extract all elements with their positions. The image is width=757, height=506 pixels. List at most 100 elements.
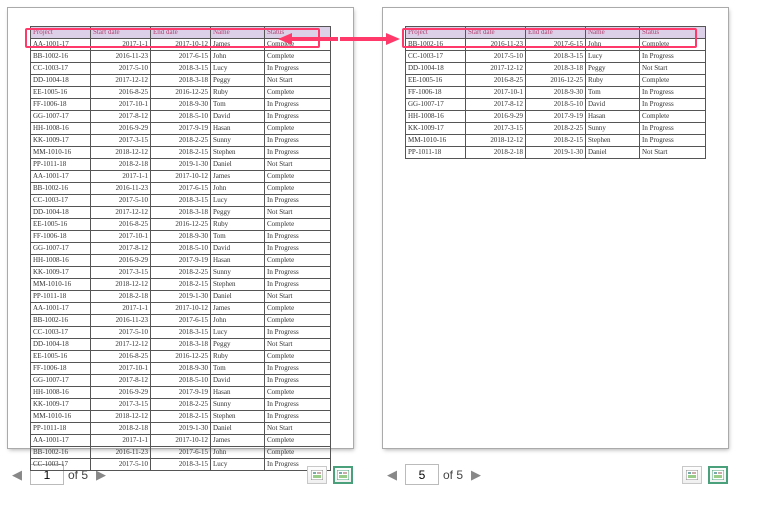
table-row: KK-1009-172017-3-152018-2-25SunnyIn Prog… (31, 135, 331, 147)
table-cell: 2018-3-18 (151, 339, 211, 351)
table-row: AA-1001-172017-1-12017-10-12JamesComplet… (31, 171, 331, 183)
table-cell: PP-1011-18 (31, 423, 91, 435)
table-cell: In Progress (265, 399, 331, 411)
table-cell: John (211, 315, 265, 327)
table-row: AA-1001-172017-1-12017-10-12JamesComplet… (31, 435, 331, 447)
table-cell: AA-1001-17 (31, 39, 91, 51)
table-cell: CC-1003-17 (31, 195, 91, 207)
table-cell: 2018-3-18 (151, 75, 211, 87)
table-cell: GG-1007-17 (31, 375, 91, 387)
table-row: DD-1004-182017-12-122018-3-18PeggyNot St… (31, 207, 331, 219)
table-cell: 2017-10-12 (151, 303, 211, 315)
table-cell: 2016-11-23 (91, 51, 151, 63)
table-cell: MM-1010-16 (406, 135, 466, 147)
table-cell: 2018-12-12 (466, 135, 526, 147)
table-cell: KK-1009-17 (406, 123, 466, 135)
table-row: EE-1005-162016-8-252016-12-25RubyComplet… (406, 75, 706, 87)
table-cell: 2017-5-10 (91, 63, 151, 75)
table-cell: KK-1009-17 (31, 135, 91, 147)
table-cell: 2018-12-12 (91, 411, 151, 423)
table-cell: Ruby (211, 351, 265, 363)
prev-page-button[interactable]: ◀ (8, 467, 26, 483)
table-cell: In Progress (640, 135, 706, 147)
view-mode-margins-icon[interactable] (708, 466, 728, 484)
table-cell: In Progress (265, 195, 331, 207)
table-cell: 2017-12-12 (91, 339, 151, 351)
table-cell: 2017-10-1 (466, 87, 526, 99)
table-cell: 2017-1-1 (91, 435, 151, 447)
table-cell: BB-1002-16 (31, 315, 91, 327)
table-cell: 2018-2-15 (151, 147, 211, 159)
table-cell: Peggy (211, 339, 265, 351)
table-row: CC-1003-172017-5-102018-3-15LucyIn Progr… (31, 195, 331, 207)
table-row: MM-1010-162018-12-122018-2-15StephenIn P… (31, 147, 331, 159)
table-cell: BB-1002-16 (31, 183, 91, 195)
table-cell: EE-1005-16 (31, 351, 91, 363)
table-cell: 2016-12-25 (526, 75, 586, 87)
table-row: FF-1006-182017-10-12018-9-30TomIn Progre… (31, 231, 331, 243)
table-cell: John (211, 447, 265, 459)
table-cell: DD-1004-18 (31, 207, 91, 219)
table-cell: 2017-9-19 (151, 387, 211, 399)
table-cell: 2017-10-1 (91, 99, 151, 111)
table-cell: In Progress (265, 231, 331, 243)
table-cell: 2017-8-12 (91, 243, 151, 255)
data-table-right: ProjectStart dateEnd dateNameStatus BB-1… (405, 26, 706, 159)
table-cell: GG-1007-17 (31, 243, 91, 255)
table-cell: Not Start (265, 339, 331, 351)
table-row: DD-1004-182017-12-122018-3-18PeggyNot St… (31, 339, 331, 351)
table-cell: Complete (640, 111, 706, 123)
table-cell: Not Start (640, 147, 706, 159)
table-row: FF-1006-182017-10-12018-9-30TomIn Progre… (406, 87, 706, 99)
table-cell: Ruby (211, 87, 265, 99)
table-cell: 2018-9-30 (526, 87, 586, 99)
table-row: KK-1009-172017-3-152018-2-25SunnyIn Prog… (31, 399, 331, 411)
table-cell: Stephen (211, 279, 265, 291)
table-cell: Lucy (211, 63, 265, 75)
table-cell: 2019-1-30 (151, 423, 211, 435)
table-cell: 2018-2-15 (151, 279, 211, 291)
print-preview-page-left: ProjectStart dateEnd dateNameStatus AA-1… (8, 8, 353, 448)
table-cell: 2018-2-25 (151, 135, 211, 147)
next-page-button[interactable]: ▶ (467, 467, 485, 483)
table-cell: Complete (265, 447, 331, 459)
table-cell: In Progress (265, 135, 331, 147)
table-row: FF-1006-182017-10-12018-9-30TomIn Progre… (31, 363, 331, 375)
table-cell: Lucy (211, 195, 265, 207)
table-cell: David (211, 111, 265, 123)
current-page-input[interactable] (405, 464, 439, 485)
table-cell: 2017-8-12 (466, 99, 526, 111)
table-row: DD-1004-182017-12-122018-3-18PeggyNot St… (31, 75, 331, 87)
table-cell: 2017-10-1 (91, 363, 151, 375)
table-cell: 2019-1-30 (526, 147, 586, 159)
table-cell: 2017-1-1 (91, 171, 151, 183)
table-cell: 2016-9-29 (91, 123, 151, 135)
prev-page-button[interactable]: ◀ (383, 467, 401, 483)
table-cell: In Progress (640, 99, 706, 111)
print-preview-page-right: ProjectStart dateEnd dateNameStatus BB-1… (383, 8, 728, 448)
table-cell: 2017-10-1 (91, 231, 151, 243)
table-cell: 2018-2-18 (466, 147, 526, 159)
table-cell: 2018-3-15 (526, 51, 586, 63)
table-cell: 2016-11-23 (91, 315, 151, 327)
table-cell: John (586, 39, 640, 51)
view-mode-normal-icon[interactable] (307, 466, 327, 484)
table-cell: CC-1003-17 (31, 327, 91, 339)
table-cell: HH-1008-16 (31, 255, 91, 267)
table-cell: 2017-10-12 (151, 435, 211, 447)
table-cell: Tom (211, 99, 265, 111)
table-cell: 2018-5-10 (151, 375, 211, 387)
table-cell: 2016-11-23 (91, 447, 151, 459)
table-cell: Peggy (211, 207, 265, 219)
table-cell: 2017-12-12 (91, 75, 151, 87)
table-row: EE-1005-162016-8-252016-12-25RubyComplet… (31, 87, 331, 99)
view-mode-margins-icon[interactable] (333, 466, 353, 484)
table-cell: 2018-3-15 (151, 327, 211, 339)
table-cell: DD-1004-18 (31, 75, 91, 87)
table-cell: Complete (265, 315, 331, 327)
table-row: GG-1007-172017-8-122018-5-10DavidIn Prog… (406, 99, 706, 111)
table-row: PP-1011-182018-2-182019-1-30DanielNot St… (406, 147, 706, 159)
view-mode-normal-icon[interactable] (682, 466, 702, 484)
table-cell: MM-1010-16 (31, 147, 91, 159)
table-cell: AA-1001-17 (31, 171, 91, 183)
